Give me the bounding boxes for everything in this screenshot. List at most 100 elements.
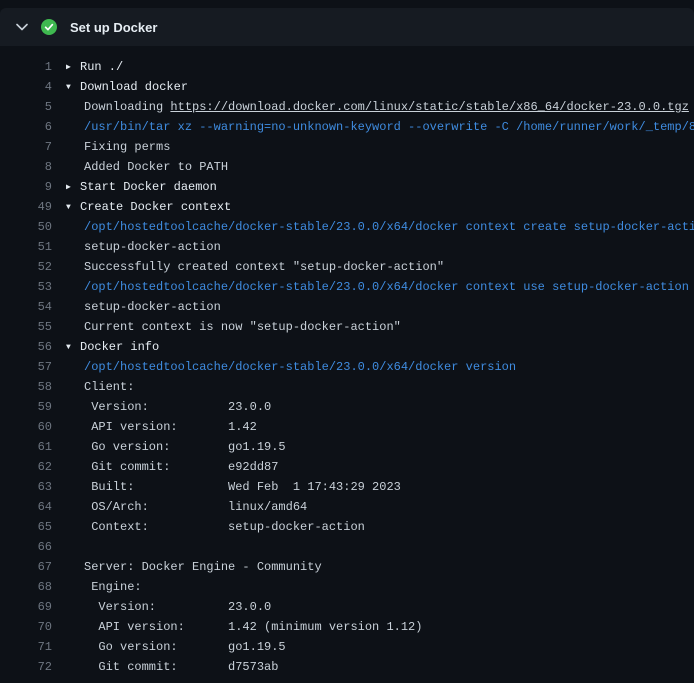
- line-number[interactable]: 54: [0, 297, 52, 317]
- line-number[interactable]: 58: [0, 377, 52, 397]
- log-row: 67 Server: Docker Engine - Community: [0, 557, 694, 577]
- line-number[interactable]: 60: [0, 417, 52, 437]
- log-row: 72 Git commit: d7573ab: [0, 657, 694, 677]
- log-row: 50/opt/hostedtoolcache/docker-stable/23.…: [0, 217, 694, 237]
- log-text-line: Server: Docker Engine - Community: [66, 557, 322, 577]
- line-number[interactable]: 1: [0, 57, 52, 77]
- group-title: Start Docker daemon: [80, 180, 217, 194]
- line-number[interactable]: 69: [0, 597, 52, 617]
- log-row: 54 setup-docker-action: [0, 297, 694, 317]
- line-number[interactable]: 57: [0, 357, 52, 377]
- log-text-line: Successfully created context "setup-dock…: [66, 257, 444, 277]
- line-number[interactable]: 6: [0, 117, 52, 137]
- line-number[interactable]: 55: [0, 317, 52, 337]
- log-text-line: Context: setup-docker-action: [66, 517, 365, 537]
- log-text-line: API version: 1.42 (minimum version 1.12): [66, 617, 422, 637]
- step-title: Set up Docker: [70, 20, 157, 35]
- line-number[interactable]: 52: [0, 257, 52, 277]
- line-number[interactable]: 65: [0, 517, 52, 537]
- log-text-line: OS/Arch: linux/amd64: [66, 497, 307, 517]
- triangle-down-icon[interactable]: ▼: [66, 338, 80, 357]
- log-row[interactable]: 56 ▼Docker info: [0, 337, 694, 357]
- log-text-line: Version: 23.0.0: [66, 597, 271, 617]
- line-number[interactable]: 70: [0, 617, 52, 637]
- log-row: 65 Context: setup-docker-action: [0, 517, 694, 537]
- log-lines: 1▶Run ./4▼Download docker5Downloading ht…: [0, 46, 694, 677]
- log-row: 70 API version: 1.42 (minimum version 1.…: [0, 617, 694, 637]
- log-group-header[interactable]: ▼Create Docker context: [66, 197, 231, 217]
- line-number[interactable]: 61: [0, 437, 52, 457]
- log-group-header[interactable]: ▶Run ./: [66, 57, 123, 77]
- line-number[interactable]: 67: [0, 557, 52, 577]
- log-row: 6/usr/bin/tar xz --warning=no-unknown-ke…: [0, 117, 694, 137]
- log-row: 71 Go version: go1.19.5: [0, 637, 694, 657]
- log-group-header[interactable]: ▼Docker info: [66, 337, 159, 357]
- log-row: 8 Added Docker to PATH: [0, 157, 694, 177]
- log-text-line: Added Docker to PATH: [66, 157, 228, 177]
- log-row[interactable]: 49 ▼Create Docker context: [0, 197, 694, 217]
- log-text-line: Engine:: [66, 577, 142, 597]
- group-title: Create Docker context: [80, 200, 231, 214]
- triangle-right-icon[interactable]: ▶: [66, 178, 80, 197]
- line-number[interactable]: 8: [0, 157, 52, 177]
- line-number[interactable]: 7: [0, 137, 52, 157]
- line-number[interactable]: 9: [0, 177, 52, 197]
- line-number[interactable]: 63: [0, 477, 52, 497]
- line-number[interactable]: 50: [0, 217, 52, 237]
- log-row: 68 Engine:: [0, 577, 694, 597]
- line-number[interactable]: 53: [0, 277, 52, 297]
- log-row: 51setup-docker-action: [0, 237, 694, 257]
- log-group-header[interactable]: ▶Start Docker daemon: [66, 177, 217, 197]
- log-text-line: Go version: go1.19.5: [66, 637, 286, 657]
- line-number[interactable]: 51: [0, 237, 52, 257]
- line-number[interactable]: 56: [0, 337, 52, 357]
- log-text-line: Git commit: e92dd87: [66, 457, 278, 477]
- download-url-link[interactable]: https://download.docker.com/linux/static…: [170, 100, 688, 114]
- line-number[interactable]: 5: [0, 97, 52, 117]
- log-row: 57/opt/hostedtoolcache/docker-stable/23.…: [0, 357, 694, 377]
- chevron-down-icon[interactable]: [16, 23, 28, 31]
- log-text-line: Current context is now "setup-docker-act…: [66, 317, 401, 337]
- group-title: Run ./: [80, 60, 123, 74]
- log-command-line: /opt/hostedtoolcache/docker-stable/23.0.…: [66, 277, 689, 297]
- line-number[interactable]: 64: [0, 497, 52, 517]
- log-row: 52 Successfully created context "setup-do…: [0, 257, 694, 277]
- log-row: 64 OS/Arch: linux/amd64: [0, 497, 694, 517]
- log-row: 61 Go version: go1.19.5: [0, 437, 694, 457]
- log-text-line: API version: 1.42: [66, 417, 257, 437]
- log-command-line: /usr/bin/tar xz --warning=no-unknown-key…: [66, 117, 694, 137]
- step-header[interactable]: Set up Docker: [0, 8, 694, 46]
- log-row[interactable]: 1 ▶Run ./: [0, 57, 694, 77]
- line-number[interactable]: 66: [0, 537, 52, 557]
- log-row: 63 Built: Wed Feb 1 17:43:29 2023: [0, 477, 694, 497]
- log-row: 66: [0, 537, 694, 557]
- triangle-down-icon[interactable]: ▼: [66, 78, 80, 97]
- log-text-line: Fixing perms: [66, 137, 170, 157]
- line-number[interactable]: 72: [0, 657, 52, 677]
- log-text-line: Client:: [66, 377, 134, 397]
- log-row: 58 Client:: [0, 377, 694, 397]
- log-row: 60 API version: 1.42: [0, 417, 694, 437]
- log-text-line: Downloading https://download.docker.com/…: [66, 97, 689, 117]
- log-text-line: setup-docker-action: [66, 297, 221, 317]
- group-title: Download docker: [80, 80, 188, 94]
- log-text-line: Git commit: d7573ab: [66, 657, 278, 677]
- line-number[interactable]: 68: [0, 577, 52, 597]
- log-row[interactable]: 4 ▼Download docker: [0, 77, 694, 97]
- line-number[interactable]: 59: [0, 397, 52, 417]
- workflow-log-panel: Set up Docker 1▶Run ./4▼Download docker5…: [0, 0, 694, 683]
- triangle-right-icon[interactable]: ▶: [66, 58, 80, 77]
- log-row: 69 Version: 23.0.0: [0, 597, 694, 617]
- log-row: 7 Fixing perms: [0, 137, 694, 157]
- log-text-line: Go version: go1.19.5: [66, 437, 286, 457]
- success-check-icon: [41, 19, 57, 35]
- line-number[interactable]: 62: [0, 457, 52, 477]
- triangle-down-icon[interactable]: ▼: [66, 198, 80, 217]
- line-number[interactable]: 71: [0, 637, 52, 657]
- log-row: 5 Downloading https://download.docker.com…: [0, 97, 694, 117]
- log-row[interactable]: 9 ▶Start Docker daemon: [0, 177, 694, 197]
- log-group-header[interactable]: ▼Download docker: [66, 77, 188, 97]
- log-text-line: [66, 537, 84, 557]
- line-number[interactable]: 4: [0, 77, 52, 97]
- line-number[interactable]: 49: [0, 197, 52, 217]
